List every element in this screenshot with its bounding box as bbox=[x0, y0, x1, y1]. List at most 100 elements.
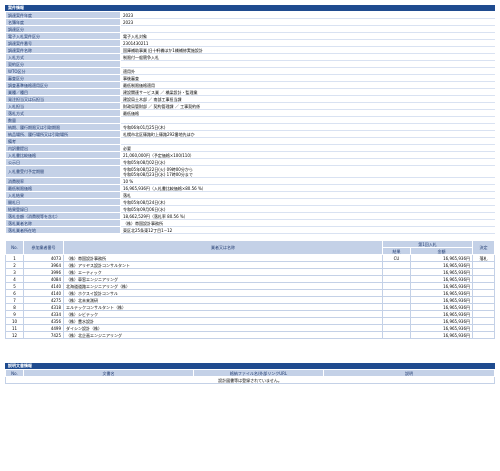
info-label: 電子入札案件区分 bbox=[5, 32, 121, 40]
info-value-line: 落札 bbox=[123, 192, 131, 198]
info-value: 電子入札対象 bbox=[120, 32, 495, 40]
info-label: 業種／種目 bbox=[5, 88, 121, 96]
bid-company-code: 4275 bbox=[23, 296, 64, 304]
info-label: 開札日 bbox=[5, 198, 121, 206]
info-label: 調達区分 bbox=[5, 25, 121, 33]
bid-decision bbox=[472, 296, 495, 304]
info-value-line: 制限付一般競争入札 bbox=[123, 54, 159, 60]
bid-company-name: （株）車窓エンジニアリング bbox=[63, 275, 383, 283]
bid-row: 11 4499 ダイシン設計（株） 16,965,936円 bbox=[5, 324, 495, 332]
bid-result bbox=[381, 317, 411, 325]
info-row: 納期、履行期限又は引取期限 令和06年01月25日(木) bbox=[5, 123, 495, 131]
bid-no: 1 bbox=[5, 254, 24, 262]
info-value: 建設局土木部 ／ 南部工事担当課 bbox=[120, 95, 495, 103]
info-label: 内訳書提出 bbox=[5, 144, 121, 152]
info-row: 納品場所、履行場所又は引取場所 札幌市北区篠路町上篠路292番地先ほか bbox=[5, 130, 495, 138]
info-row: 業種／種目 建設関連サービス業 ／ 橋梁設計・監理業 bbox=[5, 88, 495, 96]
bid-no: 11 bbox=[5, 324, 24, 332]
bid-result bbox=[381, 324, 411, 332]
info-label: 調達案件年度 bbox=[5, 11, 121, 19]
info-value-line: 建設局土木部 ／ 南部工事担当課 bbox=[123, 96, 182, 102]
info-label: 調達案件番号 bbox=[5, 39, 121, 47]
bid-no: 12 bbox=[5, 331, 24, 339]
docs-col-name: 文書名 bbox=[23, 369, 194, 377]
info-value bbox=[120, 25, 495, 33]
bid-company-name: ダイシン設計（株） bbox=[63, 324, 383, 332]
bid-decision bbox=[472, 331, 495, 339]
info-value: 事後審査 bbox=[120, 74, 495, 82]
info-row: 落札方式 最低価格 bbox=[5, 109, 495, 117]
info-value: 財政局管財部 ／ 契約管理課 ／ 工事契約係 bbox=[120, 102, 495, 110]
bid-company-name: （株）シビテック bbox=[63, 310, 383, 318]
info-value: 東区北25条東12丁目1−12 bbox=[120, 226, 495, 234]
info-label: 落札業者所在地 bbox=[5, 226, 121, 234]
bid-company-code: 3964 bbox=[23, 261, 64, 269]
bid-company-name: （株）ホクスイ設計コンサル bbox=[63, 289, 383, 297]
info-label: 消費税率 bbox=[5, 177, 121, 185]
bid-company-name: （株）豊水設計 bbox=[63, 317, 383, 325]
bid-decision bbox=[472, 303, 495, 311]
info-value: 建設関連サービス業 ／ 橋梁設計・監理業 bbox=[120, 88, 495, 96]
bid-result bbox=[381, 310, 411, 318]
bid-decision bbox=[472, 317, 495, 325]
info-row: 名簿年度 2023 bbox=[5, 18, 495, 26]
info-label: 契約区分 bbox=[5, 60, 121, 68]
bid-amount: 16,965,936円 bbox=[409, 261, 474, 269]
info-value: 最低制限価格適用 bbox=[120, 81, 495, 89]
info-row: 審査区分 事後審査 bbox=[5, 74, 495, 82]
bid-row: 9 4334 （株）シビテック 16,965,936円 bbox=[5, 310, 495, 318]
bid-company-name: 北海道道路エンジニアリング（株） bbox=[63, 282, 383, 290]
info-row: 調達案件名称 国庫補助事業 旧十軒橋ほか1橋補修実施設計 bbox=[5, 46, 495, 54]
bid-amount: 16,965,936円 bbox=[409, 268, 474, 276]
info-value-line: 21,060,000円（予定価格×100/110） bbox=[123, 152, 194, 158]
bid-company-code: 3996 bbox=[23, 268, 64, 276]
info-label: 落札方式 bbox=[5, 109, 121, 117]
info-value-line: 令和05年08月23日(水) 17時00分まで bbox=[123, 171, 193, 177]
info-label: 名簿年度 bbox=[5, 18, 121, 26]
bid-result bbox=[381, 303, 411, 311]
bid-no: 5 bbox=[5, 282, 24, 290]
info-label: 入札担当 bbox=[5, 102, 121, 110]
bid-decision bbox=[472, 310, 495, 318]
info-value-line: 令和05年08月02日(水) bbox=[123, 159, 166, 165]
info-value bbox=[120, 116, 495, 124]
info-value bbox=[120, 60, 495, 68]
info-label: 発注担当又は伝担当 bbox=[5, 95, 121, 103]
bid-result bbox=[381, 331, 411, 339]
info-row: 調達区分 bbox=[5, 25, 495, 33]
info-label: 納品場所、履行場所又は引取場所 bbox=[5, 130, 121, 138]
bid-result bbox=[381, 296, 411, 304]
bid-amount: 16,965,936円 bbox=[409, 317, 474, 325]
info-row: 内訳書提出 必要 bbox=[5, 144, 495, 152]
info-label: 備考 bbox=[5, 137, 121, 145]
info-row: 入札担当 財政局管財部 ／ 契約管理課 ／ 工事契約係 bbox=[5, 102, 495, 110]
bid-row: 8 4318 エルテックコンサルタント（株） 16,965,936円 bbox=[5, 303, 495, 311]
bid-no: 4 bbox=[5, 275, 24, 283]
info-value: 令和06年01月25日(木) bbox=[120, 123, 495, 131]
info-row: 備考 bbox=[5, 137, 495, 145]
info-row: 調達案件年度 2023 bbox=[5, 11, 495, 19]
info-row: 入札書比較価格 21,060,000円（予定価格×100/110） bbox=[5, 151, 495, 159]
info-value-line: 最低価格 bbox=[123, 110, 139, 116]
info-value: （株）帯国設計事務所 bbox=[120, 219, 495, 227]
bid-amount: 16,965,936円 bbox=[409, 254, 474, 262]
bid-amount: 16,965,936円 bbox=[409, 310, 474, 318]
info-value-line: 2023 bbox=[123, 19, 134, 25]
info-label: 入札書受付予定期間 bbox=[5, 165, 121, 178]
info-value-line: 事後審査 bbox=[123, 75, 139, 81]
info-value-line: 東区北25条東12丁目1−12 bbox=[123, 227, 173, 233]
info-value-line: 令和06年01月25日(木) bbox=[123, 124, 166, 130]
info-row: 最低制限価格 16,965,936円（入札書比較価格×80.56 %） bbox=[5, 184, 495, 192]
col-code-header: 参加業者番号 bbox=[23, 240, 64, 255]
bid-company-name: エルテックコンサルタント（株） bbox=[63, 303, 383, 311]
bid-company-name: （株）帯国設計事務所 bbox=[63, 254, 383, 262]
info-label: 納期、履行期限又は引取期限 bbox=[5, 123, 121, 131]
info-row: 入札方式 制限付一般競争入札 bbox=[5, 53, 495, 61]
bid-no: 8 bbox=[5, 303, 24, 311]
info-row: 契約区分 bbox=[5, 60, 495, 68]
bid-company-name: （株）北未来測研 bbox=[63, 296, 383, 304]
bid-amount: 16,965,936円 bbox=[409, 275, 474, 283]
bid-company-code: 4140 bbox=[23, 289, 64, 297]
info-label: 数量 bbox=[5, 116, 121, 124]
info-value: 令和05年08月02日(水) bbox=[120, 158, 495, 166]
